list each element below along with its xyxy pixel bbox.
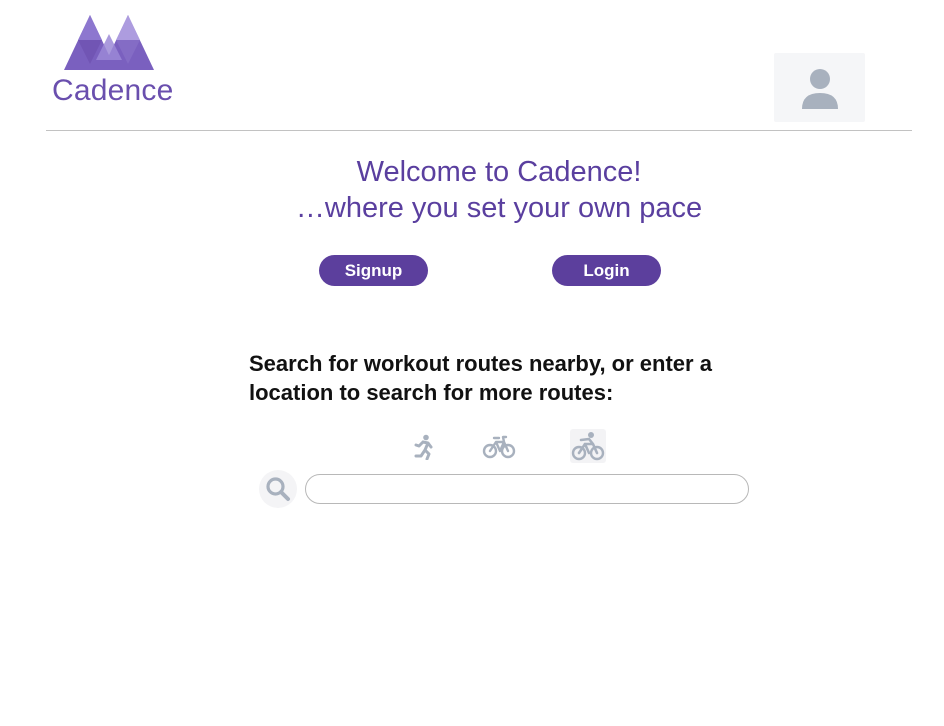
- location-search-input[interactable]: [305, 474, 749, 504]
- activity-running-button[interactable]: [406, 430, 442, 464]
- user-icon: [801, 68, 838, 109]
- search-button[interactable]: [259, 470, 297, 508]
- search-prompt: Search for workout routes nearby, or ent…: [249, 351, 712, 405]
- activity-cycling-button[interactable]: [570, 429, 606, 463]
- activity-bicycle-button[interactable]: [481, 430, 517, 464]
- login-button[interactable]: Login: [552, 255, 661, 286]
- cyclist-icon: [571, 432, 605, 461]
- welcome-message: Welcome to Cadence! …where you set your …: [0, 154, 944, 226]
- user-avatar-button[interactable]: [774, 53, 865, 122]
- welcome-tagline: …where you set your own pace: [295, 192, 703, 224]
- welcome-title: Welcome to Cadence!: [356, 156, 642, 188]
- running-icon: [414, 434, 433, 460]
- cadence-logo[interactable]: Cadence: [52, 14, 174, 109]
- bicycle-icon: [482, 435, 516, 459]
- logo-mountains-icon: [64, 15, 154, 70]
- header-divider: [46, 130, 912, 131]
- signup-button[interactable]: Signup: [319, 255, 428, 286]
- brand-name: Cadence: [52, 74, 174, 107]
- search-icon: [266, 477, 290, 501]
